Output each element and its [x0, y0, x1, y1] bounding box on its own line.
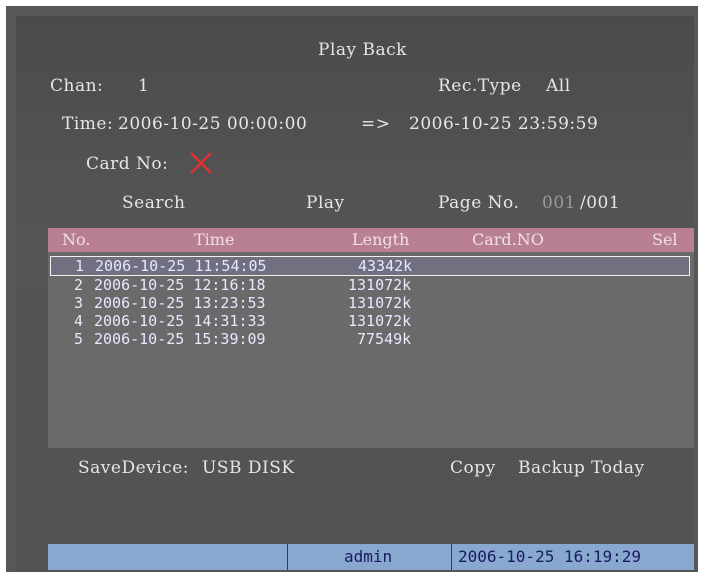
- status-segment-blank: [48, 544, 288, 570]
- col-length: Length: [352, 230, 410, 249]
- row-time: 2006-10-25 11:54:05: [95, 257, 267, 275]
- row-no: 3: [74, 294, 84, 312]
- x-mark-icon[interactable]: [188, 150, 214, 176]
- row-time: 2006-10-25 13:23:53: [94, 294, 266, 312]
- chan-value[interactable]: 1: [138, 76, 149, 96]
- table-row[interactable]: 4 2006-10-25 14:31:33 131072k: [50, 312, 690, 332]
- table-row[interactable]: 5 2006-10-25 15:39:09 77549k: [50, 330, 690, 350]
- page-title: Play Back: [318, 40, 407, 60]
- row-time: 2006-10-25 14:31:33: [94, 312, 266, 330]
- status-segment-user: admin: [288, 544, 452, 570]
- rec-type-label: Rec.Type: [438, 76, 522, 96]
- rec-type-value[interactable]: All: [546, 76, 571, 96]
- page-total: /001: [580, 193, 621, 213]
- play-button[interactable]: Play: [306, 193, 345, 213]
- col-sel: Sel: [652, 230, 678, 249]
- chan-label: Chan:: [50, 76, 104, 96]
- row-no: 4: [74, 312, 84, 330]
- save-device-value[interactable]: USB DISK: [202, 458, 295, 478]
- save-device-label: SaveDevice:: [78, 458, 189, 478]
- row-length: 131072k: [348, 276, 412, 294]
- row-length: 131072k: [348, 312, 412, 330]
- record-table: No. Time Length Card.NO Sel 1 2006-10-25…: [48, 228, 694, 448]
- row-no: 2: [74, 276, 84, 294]
- col-no: No.: [62, 230, 91, 249]
- page-no-label: Page No.: [438, 193, 520, 213]
- time-start-field[interactable]: 2006-10-25 00:00:00: [118, 114, 307, 134]
- backup-today-button[interactable]: Backup Today: [518, 458, 645, 478]
- copy-button[interactable]: Copy: [450, 458, 496, 478]
- row-no: 1: [75, 257, 85, 275]
- current-datetime: 2006-10-25 16:19:29: [458, 547, 642, 566]
- table-row[interactable]: 3 2006-10-25 13:23:53 131072k: [50, 294, 690, 314]
- row-length: 77549k: [357, 330, 412, 348]
- search-button[interactable]: Search: [122, 193, 185, 213]
- table-row[interactable]: 1 2006-10-25 11:54:05 43342k: [50, 256, 690, 276]
- card-no-label: Card No:: [86, 154, 169, 174]
- row-length: 131072k: [348, 294, 412, 312]
- page-current[interactable]: 001: [542, 193, 576, 213]
- row-time: 2006-10-25 12:16:18: [94, 276, 266, 294]
- row-length: 43342k: [358, 257, 413, 275]
- status-bar: admin 2006-10-25 16:19:29: [48, 544, 694, 570]
- status-segment-datetime: 2006-10-25 16:19:29: [452, 544, 694, 570]
- user-name: admin: [344, 547, 393, 566]
- time-end-field[interactable]: 2006-10-25 23:59:59: [409, 114, 598, 134]
- row-time: 2006-10-25 15:39:09: [94, 330, 266, 348]
- playback-screen: Play Back Chan: 1 Rec.Type All Time: 200…: [0, 0, 704, 578]
- table-row[interactable]: 2 2006-10-25 12:16:18 131072k: [50, 276, 690, 296]
- col-time: Time: [194, 230, 235, 249]
- row-no: 5: [74, 330, 84, 348]
- col-card-no: Card.NO: [472, 230, 544, 249]
- time-arrow: =>: [361, 114, 391, 134]
- table-header: No. Time Length Card.NO Sel: [48, 228, 694, 252]
- time-label: Time:: [62, 114, 114, 134]
